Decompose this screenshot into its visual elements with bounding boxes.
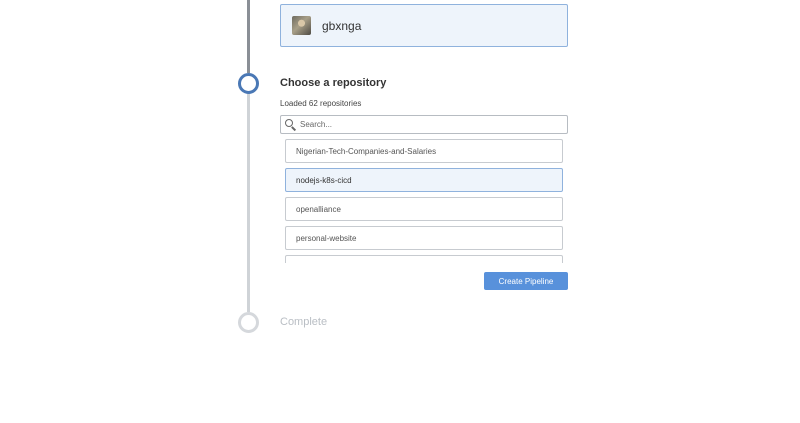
- organization-name: gbxnga: [322, 18, 362, 33]
- search-field[interactable]: [280, 115, 568, 134]
- timeline-line-completed: [247, 0, 250, 73]
- timeline-step-active-node: [238, 73, 259, 94]
- repository-item[interactable]: personal-website: [285, 226, 563, 250]
- timeline-step-pending-node: [238, 312, 259, 333]
- avatar: [292, 16, 311, 35]
- timeline-line-pending: [247, 93, 250, 312]
- repository-item[interactable]: [285, 255, 563, 263]
- repository-list[interactable]: Nigerian-Tech-Companies-and-Salaries nod…: [285, 139, 564, 263]
- create-pipeline-button[interactable]: Create Pipeline: [484, 272, 568, 290]
- repositories-loaded-count: Loaded 62 repositories: [280, 99, 362, 108]
- step-complete-label: Complete: [280, 316, 328, 328]
- repository-item-selected[interactable]: nodejs-k8s-cicd: [285, 168, 563, 192]
- repository-item[interactable]: Nigerian-Tech-Companies-and-Salaries: [285, 139, 563, 163]
- step-title: Choose a repository: [280, 77, 387, 89]
- search-icon: [285, 118, 297, 131]
- selected-organization-card[interactable]: gbxnga: [280, 4, 568, 47]
- repository-item[interactable]: openalliance: [285, 197, 563, 221]
- search-input[interactable]: [300, 117, 560, 132]
